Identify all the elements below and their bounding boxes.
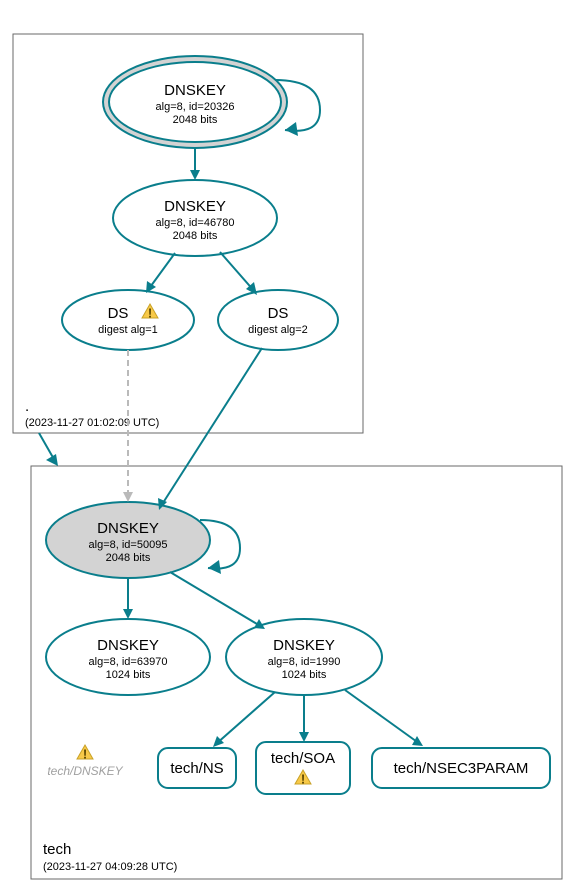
svg-text:digest alg=2: digest alg=2 — [248, 324, 308, 336]
svg-text:DS: DS — [108, 305, 129, 322]
warning-icon: ! — [77, 745, 93, 762]
svg-text:alg=8, id=20326: alg=8, id=20326 — [156, 101, 235, 113]
svg-text:1024 bits: 1024 bits — [106, 669, 151, 681]
node-tech-dnskey-faded: tech/DNSKEY ! — [47, 745, 123, 778]
svg-text:DNSKEY: DNSKEY — [273, 637, 335, 654]
node-root-dnskey-20326[interactable]: DNSKEY alg=8, id=20326 2048 bits — [103, 56, 287, 148]
node-tech-dnskey-63970[interactable]: DNSKEY alg=8, id=63970 1024 bits — [46, 619, 210, 695]
svg-text:2048 bits: 2048 bits — [173, 230, 218, 242]
node-root-ds-alg2[interactable]: DS digest alg=2 — [218, 290, 338, 350]
svg-text:DNSKEY: DNSKEY — [164, 82, 226, 99]
svg-text:2048 bits: 2048 bits — [106, 552, 151, 564]
zone-tech-timestamp: (2023-11-27 04:09:28 UTC) — [43, 861, 177, 873]
svg-text:alg=8, id=1990: alg=8, id=1990 — [268, 656, 341, 668]
svg-text:!: ! — [83, 747, 87, 762]
zone-root-timestamp: (2023-11-27 01:02:09 UTC) — [25, 417, 159, 429]
node-tech-nsec3param[interactable]: tech/NSEC3PARAM — [372, 748, 550, 788]
dnssec-graph: . (2023-11-27 01:02:09 UTC) tech (2023-1… — [0, 0, 573, 895]
svg-text:!: ! — [301, 772, 305, 787]
svg-text:2048 bits: 2048 bits — [173, 114, 218, 126]
edge-dnskey3-ns — [216, 692, 275, 744]
svg-text:tech/DNSKEY: tech/DNSKEY — [47, 764, 123, 778]
svg-text:!: ! — [148, 306, 152, 321]
node-tech-soa[interactable]: tech/SOA ! — [256, 742, 350, 794]
svg-text:DNSKEY: DNSKEY — [97, 637, 159, 654]
svg-text:DS: DS — [268, 305, 289, 322]
edge-ds2-tech-dnskey1 — [161, 348, 262, 506]
svg-text:DNSKEY: DNSKEY — [164, 198, 226, 215]
node-tech-ns[interactable]: tech/NS — [158, 748, 236, 788]
svg-text:alg=8, id=63970: alg=8, id=63970 — [89, 656, 168, 668]
node-root-ds-alg1[interactable]: DS digest alg=1 ! — [62, 290, 194, 350]
node-tech-dnskey-50095[interactable]: DNSKEY alg=8, id=50095 2048 bits — [46, 502, 210, 578]
zone-root-label: . — [25, 398, 29, 415]
zone-tech-label: tech — [43, 841, 71, 858]
svg-text:alg=8, id=46780: alg=8, id=46780 — [156, 217, 235, 229]
edge-tech-dnskey1-dnskey3 — [170, 572, 262, 627]
svg-text:tech/NSEC3PARAM: tech/NSEC3PARAM — [394, 760, 529, 777]
svg-text:tech/NS: tech/NS — [170, 760, 223, 777]
node-root-dnskey-46780[interactable]: DNSKEY alg=8, id=46780 2048 bits — [113, 180, 277, 256]
svg-text:digest alg=1: digest alg=1 — [98, 324, 158, 336]
node-tech-dnskey-1990[interactable]: DNSKEY alg=8, id=1990 1024 bits — [226, 619, 382, 695]
svg-text:1024 bits: 1024 bits — [282, 669, 327, 681]
edge-dnskey3-nsec3 — [345, 690, 420, 744]
svg-text:DNSKEY: DNSKEY — [97, 520, 159, 537]
svg-text:alg=8, id=50095: alg=8, id=50095 — [89, 539, 168, 551]
svg-text:tech/SOA: tech/SOA — [271, 750, 335, 767]
